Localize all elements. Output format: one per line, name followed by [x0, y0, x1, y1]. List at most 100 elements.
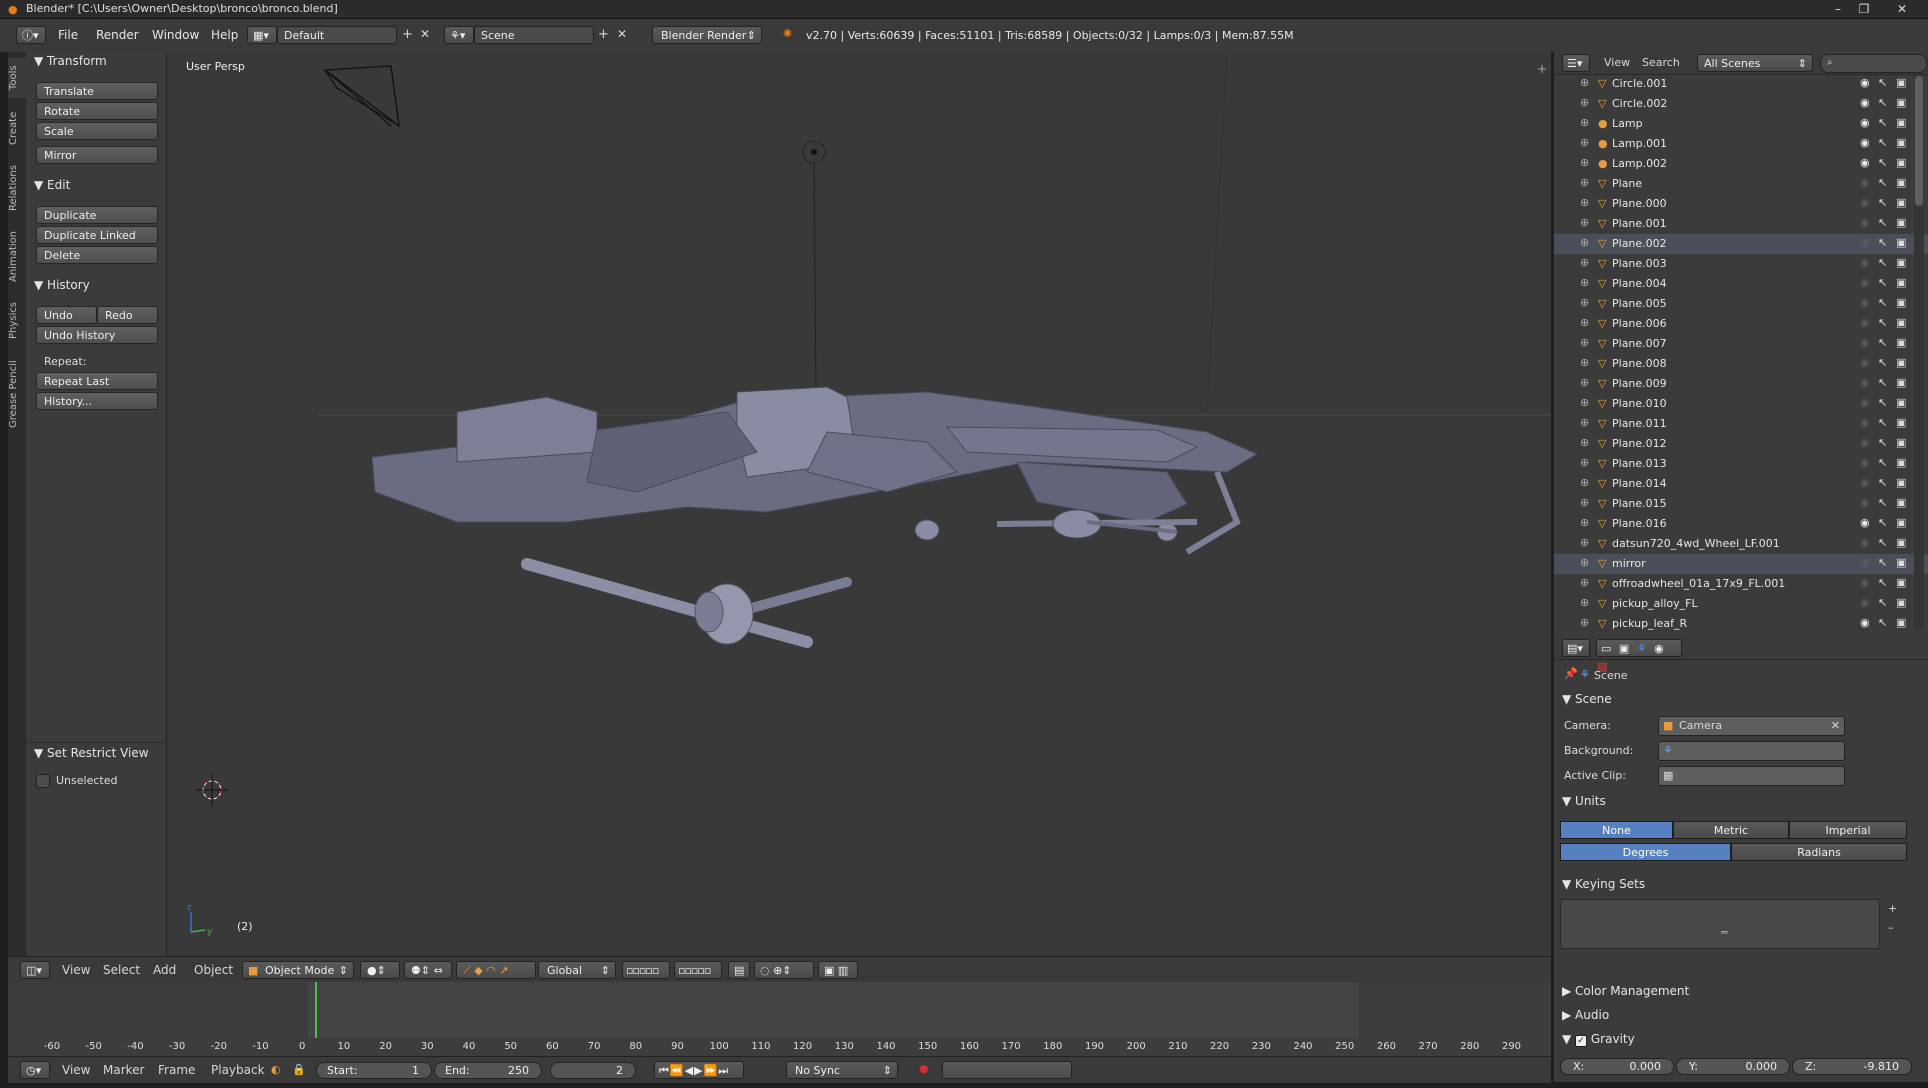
- render-camera-icon[interactable]: ▣: [1896, 516, 1906, 529]
- tl-menu-marker[interactable]: Marker: [103, 1063, 144, 1077]
- gravity-section[interactable]: ▼ ✓ Gravity: [1562, 1032, 1635, 1047]
- visibility-eye-icon[interactable]: ◉: [1860, 476, 1870, 489]
- tl-menu-playback[interactable]: Playback: [211, 1063, 265, 1077]
- selectable-cursor-icon[interactable]: ↖: [1878, 576, 1887, 589]
- outliner-row[interactable]: ⊕ ▽ Plane.011 ◉ ↖ ▣: [1554, 414, 1928, 434]
- keying-set-field[interactable]: [942, 1061, 1072, 1079]
- render-camera-icon[interactable]: ▣: [1896, 196, 1906, 209]
- layers-grid-2[interactable]: ▫▫▫▫▫: [674, 961, 722, 979]
- rotate-button[interactable]: Rotate: [36, 102, 158, 120]
- background-field[interactable]: ⚘: [1658, 741, 1845, 761]
- selectable-cursor-icon[interactable]: ↖: [1878, 76, 1887, 89]
- outliner-menu-view[interactable]: View: [1604, 56, 1630, 69]
- menu-help[interactable]: Help: [211, 28, 238, 42]
- pin-icon[interactable]: 📌: [1564, 667, 1578, 680]
- render-camera-icon[interactable]: ▣: [1896, 316, 1906, 329]
- outliner-row-name[interactable]: pickup_alloy_FL: [1612, 597, 1698, 610]
- expand-icon[interactable]: ⊕: [1580, 176, 1589, 189]
- visibility-eye-icon[interactable]: ◉: [1860, 176, 1870, 189]
- outliner-row[interactable]: ⊕ ▽ Plane.005 ◉ ↖ ▣: [1554, 294, 1928, 314]
- end-frame-field[interactable]: End: 250: [434, 1062, 542, 1079]
- playback-controls[interactable]: ⏮⏪◀▶⏩⏭: [654, 1061, 744, 1079]
- outliner-row-name[interactable]: Plane.004: [1612, 277, 1667, 290]
- outliner-row-name[interactable]: Plane.008: [1612, 357, 1667, 370]
- expand-icon[interactable]: ⊕: [1580, 556, 1589, 569]
- menu-view[interactable]: View: [62, 963, 90, 977]
- selectable-cursor-icon[interactable]: ↖: [1878, 256, 1887, 269]
- outliner-row[interactable]: ⊕ ● Lamp ◉ ↖ ▣: [1554, 114, 1928, 134]
- outliner-row-name[interactable]: Plane.006: [1612, 317, 1667, 330]
- visibility-eye-icon[interactable]: ◉: [1860, 256, 1870, 269]
- visibility-eye-icon[interactable]: ◉: [1860, 336, 1870, 349]
- expand-icon[interactable]: ⊕: [1580, 576, 1589, 589]
- expand-icon[interactable]: ⊕: [1580, 456, 1589, 469]
- render-camera-icon[interactable]: ▣: [1896, 356, 1906, 369]
- outliner-row-name[interactable]: Lamp.002: [1612, 157, 1667, 170]
- mode-dropdown[interactable]: ■ Object Mode ⇕: [242, 961, 354, 979]
- render-camera-icon[interactable]: ▣: [1896, 496, 1906, 509]
- visibility-eye-icon[interactable]: ◉: [1860, 376, 1870, 389]
- preview-range-icon[interactable]: ◐: [271, 1063, 281, 1076]
- outliner-row-name[interactable]: Lamp.001: [1612, 137, 1667, 150]
- outliner-row[interactable]: ⊕ ▽ Plane.003 ◉ ↖ ▣: [1554, 254, 1928, 274]
- expand-icon[interactable]: ⊕: [1580, 416, 1589, 429]
- selectable-cursor-icon[interactable]: ↖: [1878, 176, 1887, 189]
- history-panel-header[interactable]: ▼ History: [34, 278, 90, 292]
- outliner-menu-search[interactable]: Search: [1642, 56, 1680, 69]
- expand-icon[interactable]: ⊕: [1580, 196, 1589, 209]
- visibility-eye-icon[interactable]: ◉: [1860, 316, 1870, 329]
- clear-camera-icon[interactable]: ✕: [1831, 719, 1840, 732]
- expand-icon[interactable]: ⊕: [1580, 96, 1589, 109]
- visibility-eye-icon[interactable]: ◉: [1860, 76, 1870, 89]
- outliner-row[interactable]: ⊕ ▽ Plane.001 ◉ ↖ ▣: [1554, 214, 1928, 234]
- remove-scene-icon[interactable]: ✕: [617, 27, 627, 41]
- outliner-row[interactable]: ⊕ ▽ pickup_leaf_R ◉ ↖ ▣: [1554, 614, 1928, 634]
- render-camera-icon[interactable]: ▣: [1896, 456, 1906, 469]
- expand-icon[interactable]: ⊕: [1580, 216, 1589, 229]
- outliner-row-name[interactable]: Plane.013: [1612, 457, 1667, 470]
- outliner-row[interactable]: ⊕ ▽ Plane ◉ ↖ ▣: [1554, 174, 1928, 194]
- outliner-row-name[interactable]: Circle.002: [1612, 97, 1667, 110]
- manipulator-toggles[interactable]: ⟋ ◆ ◠ ↗: [456, 961, 536, 979]
- outliner-row[interactable]: ⊕ ▽ Circle.001 ◉ ↖ ▣: [1554, 74, 1928, 94]
- editor-type-3d-icon[interactable]: ◫▾: [20, 961, 50, 979]
- add-keying-set-icon[interactable]: +: [1888, 902, 1897, 915]
- selectable-cursor-icon[interactable]: ↖: [1878, 436, 1887, 449]
- outliner-row-name[interactable]: Plane.003: [1612, 257, 1667, 270]
- selectable-cursor-icon[interactable]: ↖: [1878, 236, 1887, 249]
- render-camera-icon[interactable]: ▣: [1896, 476, 1906, 489]
- selectable-cursor-icon[interactable]: ↖: [1878, 96, 1887, 109]
- layers-grid-1[interactable]: ▫▫▫▫▫: [622, 961, 670, 979]
- render-camera-icon[interactable]: ▣: [1896, 436, 1906, 449]
- undo-button[interactable]: Undo: [36, 306, 97, 324]
- expand-icon[interactable]: ⊕: [1580, 136, 1589, 149]
- editor-type-outliner-icon[interactable]: ☰▾: [1562, 54, 1590, 72]
- expand-icon[interactable]: ⊕: [1580, 296, 1589, 309]
- visibility-eye-icon[interactable]: ◉: [1860, 136, 1870, 149]
- outliner-row-name[interactable]: Plane.000: [1612, 197, 1667, 210]
- repeat-last-button[interactable]: Repeat Last: [36, 372, 158, 390]
- tab-grease-pencil[interactable]: Grease Pencil: [8, 352, 26, 436]
- visibility-eye-icon[interactable]: ◉: [1860, 616, 1870, 629]
- scale-button[interactable]: Scale: [36, 122, 158, 140]
- render-camera-icon[interactable]: ▣: [1896, 536, 1906, 549]
- editor-type-icon[interactable]: ⓘ▾: [16, 26, 46, 44]
- selectable-cursor-icon[interactable]: ↖: [1878, 536, 1887, 549]
- audio-section[interactable]: ▶ Audio: [1562, 1008, 1609, 1022]
- camera-field[interactable]: ■ Camera ✕: [1658, 716, 1845, 736]
- outliner-search-input[interactable]: ⌕: [1820, 54, 1927, 73]
- outliner-row[interactable]: ⊕ ▽ offroadwheel_01a_17x9_FL.001 ◉ ↖ ▣: [1554, 574, 1928, 594]
- outliner-row[interactable]: ⊕ ● Lamp.002 ◉ ↖ ▣: [1554, 154, 1928, 174]
- mirror-button[interactable]: Mirror: [36, 146, 158, 164]
- expand-icon[interactable]: ⊕: [1580, 496, 1589, 509]
- timeline[interactable]: -60 -50 -40 -30 -20 -10 0 10 20 30 40 50 60 70 80 90 100…: [8, 982, 1551, 1062]
- render-engine-dropdown[interactable]: Blender Render ⇕: [652, 26, 762, 44]
- tab-tools[interactable]: Tools: [8, 58, 26, 98]
- gravity-x-field[interactable]: X: 0.000: [1560, 1058, 1674, 1075]
- expand-icon[interactable]: ⊕: [1580, 476, 1589, 489]
- scene-section-header[interactable]: ▼ Scene: [1562, 692, 1612, 706]
- unit-none-button[interactable]: None: [1560, 821, 1673, 839]
- outliner-row[interactable]: ⊕ ▽ datsun720_4wd_Wheel_LF.001 ◉ ↖ ▣: [1554, 534, 1928, 554]
- visibility-eye-icon[interactable]: ◉: [1860, 116, 1870, 129]
- expand-icon[interactable]: ⊕: [1580, 376, 1589, 389]
